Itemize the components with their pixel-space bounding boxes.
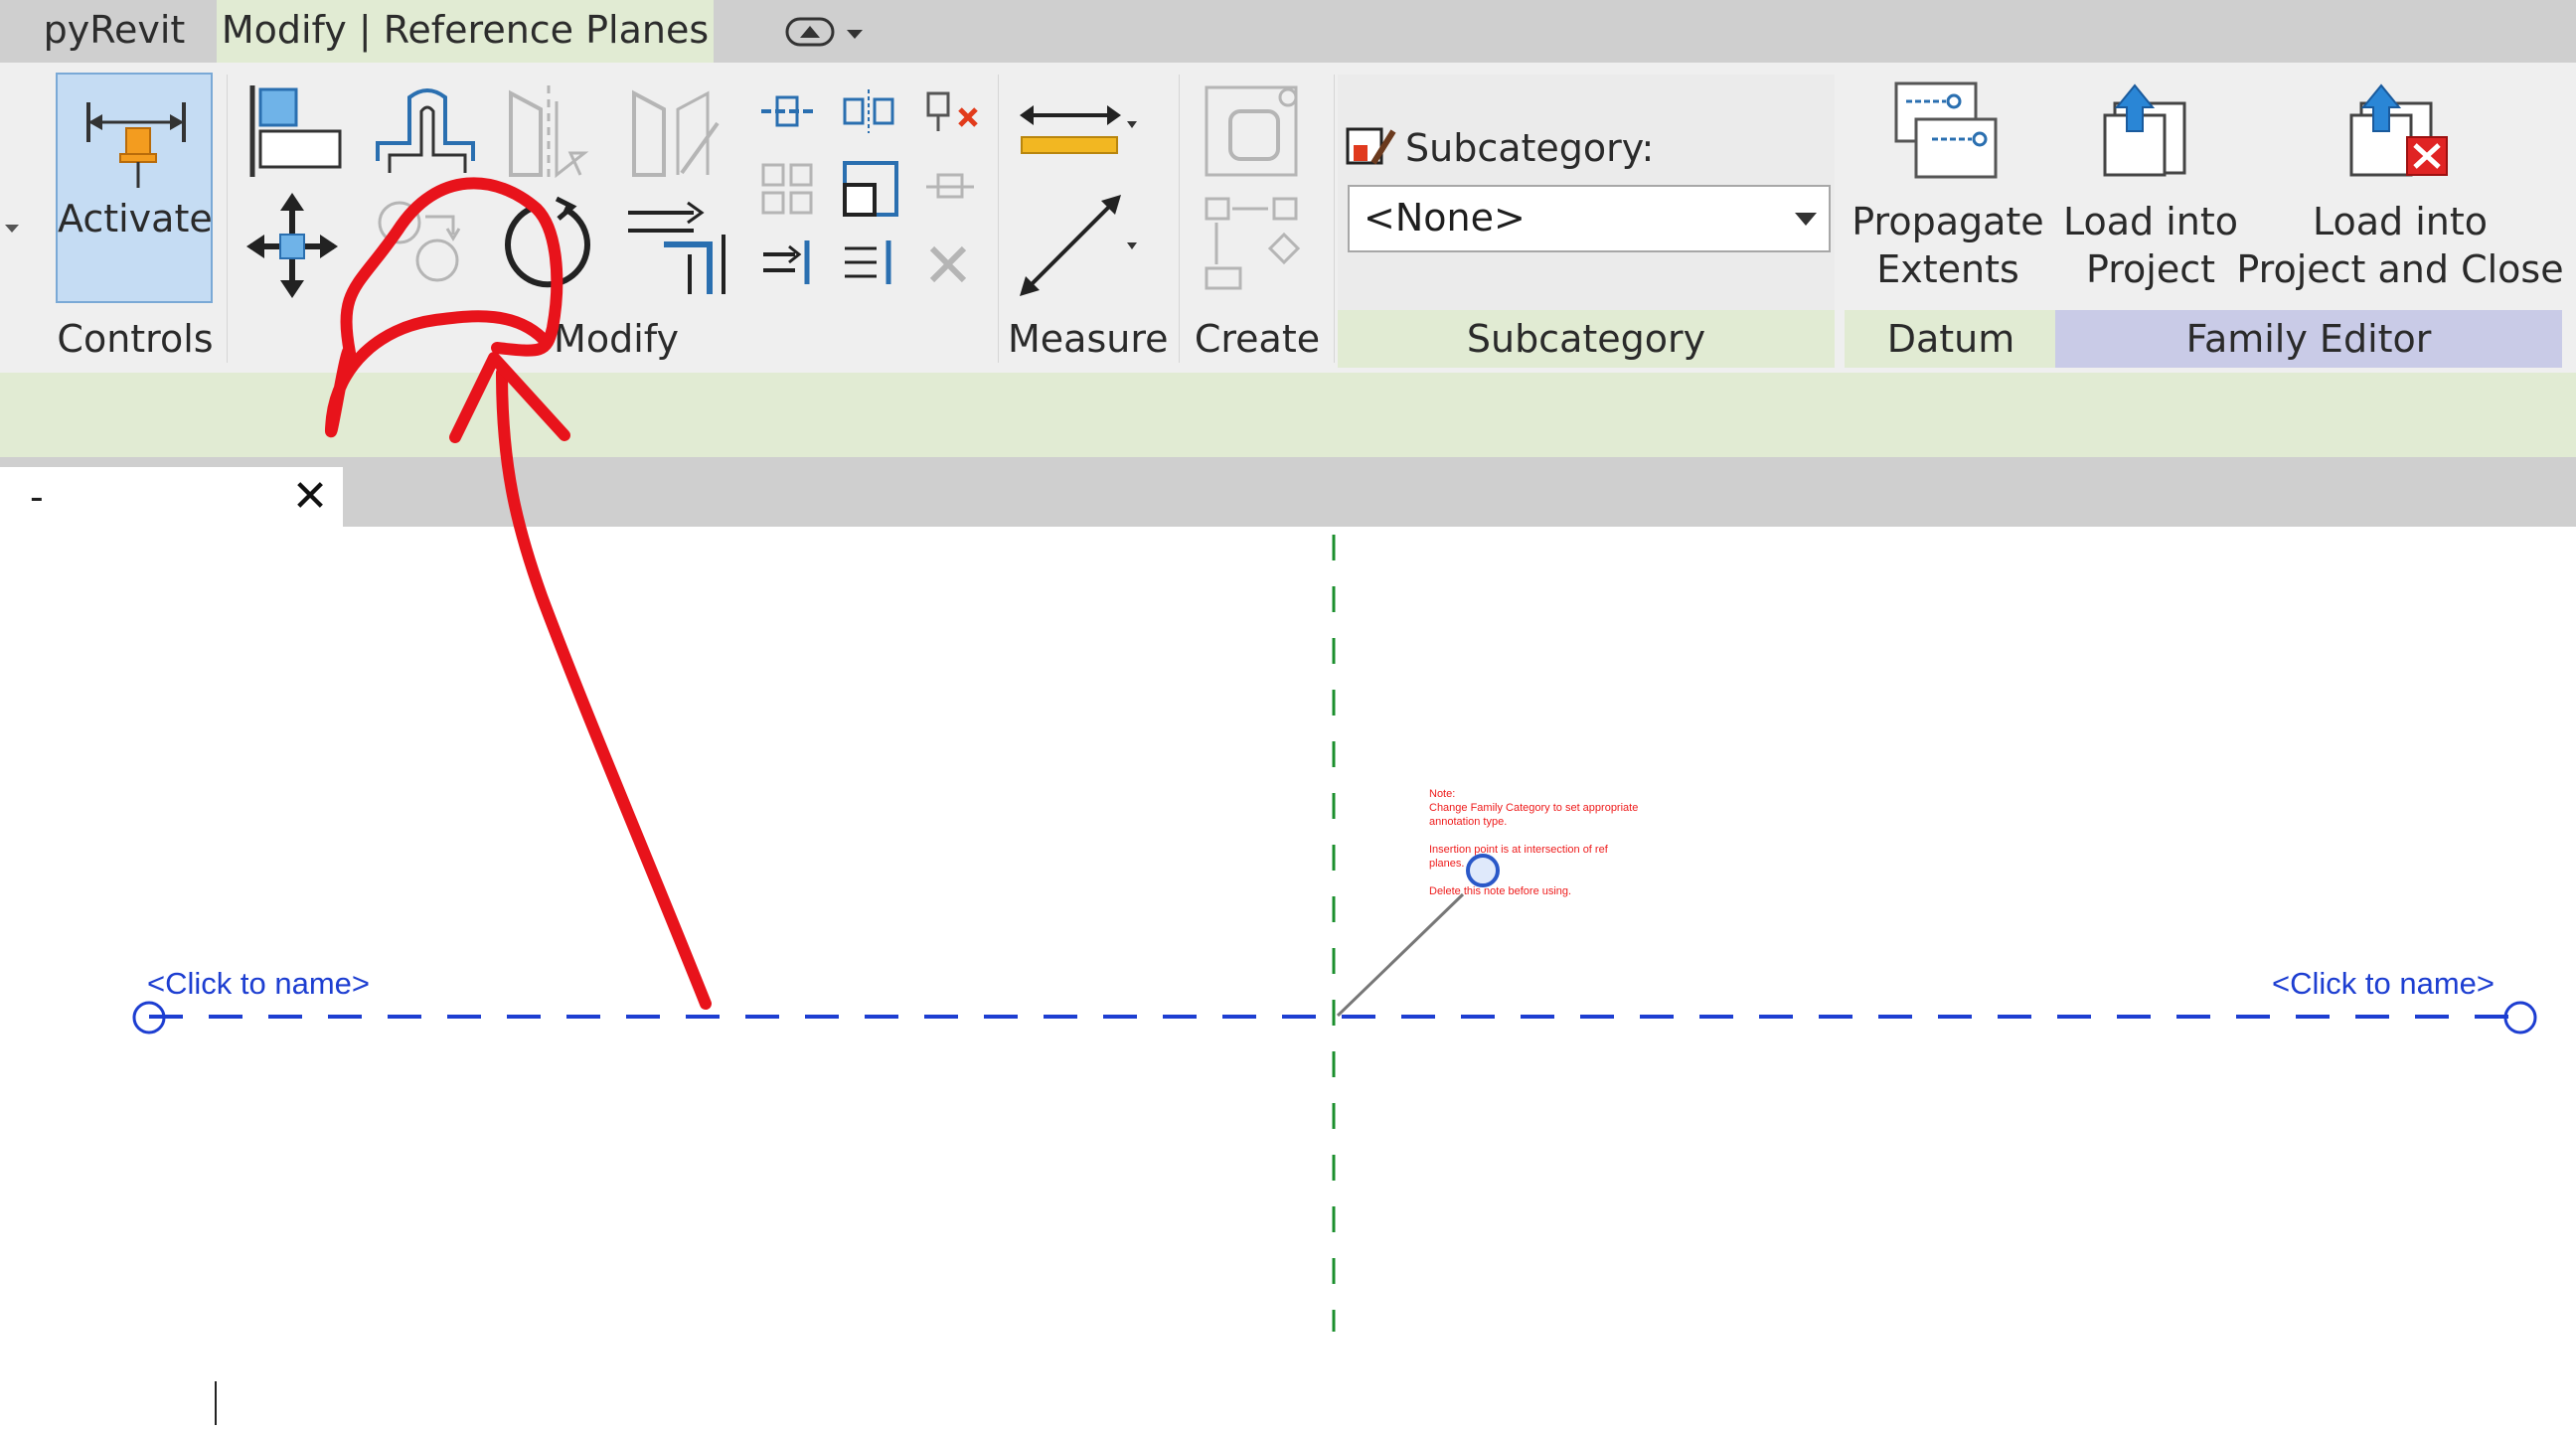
red-arrow-head [449, 352, 570, 443]
red-highlight-annotation [324, 177, 712, 1010]
red-arrow-shaft [496, 367, 712, 1010]
